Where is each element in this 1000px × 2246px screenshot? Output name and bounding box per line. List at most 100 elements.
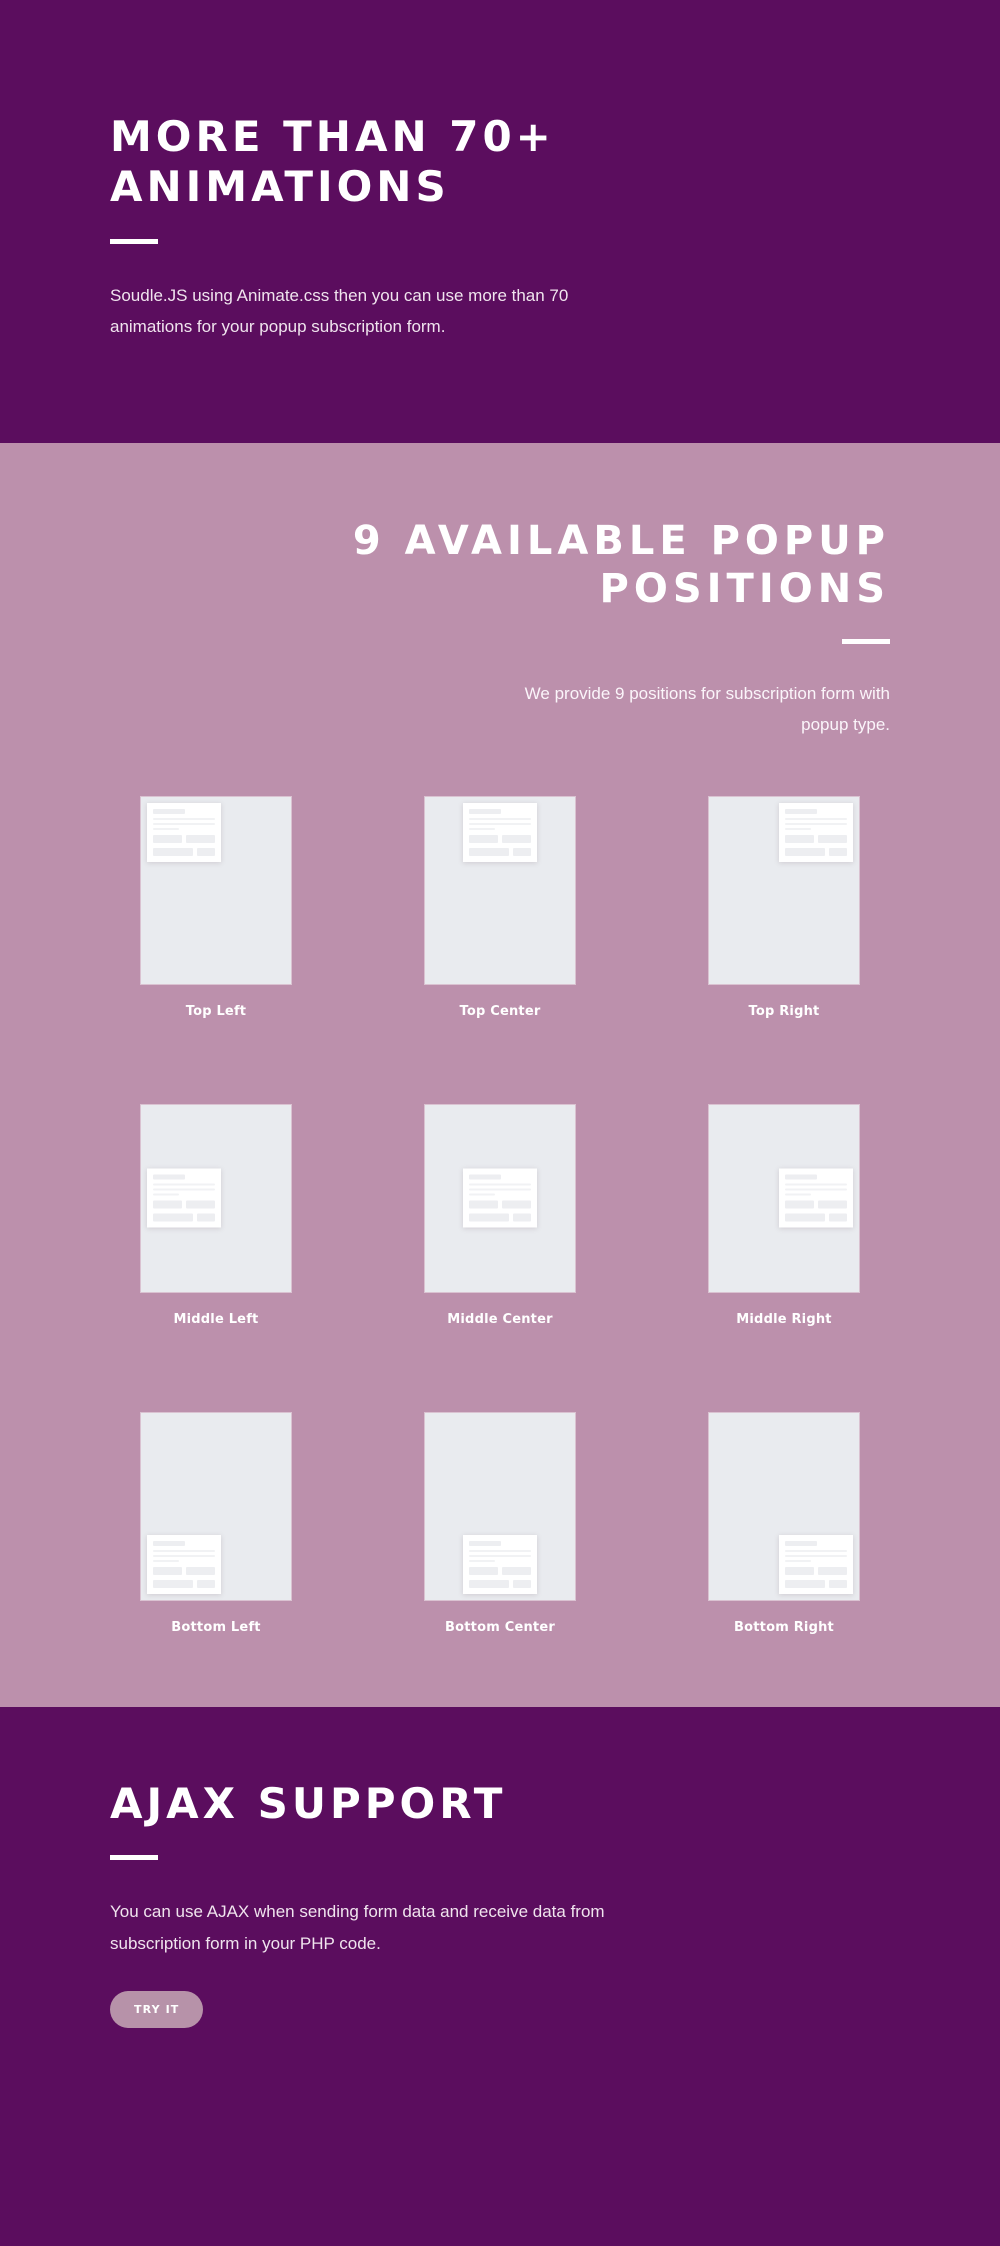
position-preview-frame: [709, 796, 859, 984]
mini-popup-input: [186, 1566, 215, 1575]
mini-popup-mock: [147, 1168, 221, 1228]
mini-popup-field-row: [469, 1213, 531, 1222]
mini-popup-input: [186, 834, 215, 843]
mini-popup-submit: [197, 847, 215, 856]
animations-heading-rule: [110, 238, 158, 244]
mini-popup-input: [785, 1566, 814, 1575]
position-preview-frame: [425, 1412, 575, 1600]
position-card-label: Bottom Right: [734, 1619, 834, 1635]
mini-popup-field-row: [785, 1566, 847, 1575]
mini-popup-field-row: [469, 834, 531, 843]
mini-popup-input: [818, 834, 847, 843]
position-card-label: Middle Left: [173, 1311, 259, 1327]
mini-popup-mock: [779, 1534, 853, 1594]
mini-popup-input: [502, 834, 531, 843]
position-card[interactable]: Middle Left: [110, 1104, 322, 1327]
position-preview-frame: [141, 1104, 291, 1292]
mini-popup-title-bar: [153, 808, 185, 814]
mini-popup-text-line: [469, 827, 496, 830]
position-card-label: Bottom Center: [445, 1619, 555, 1635]
position-card-label: Top Right: [748, 1003, 820, 1019]
mini-popup-mock: [463, 1534, 537, 1594]
mini-popup-text-line: [153, 1559, 180, 1562]
mini-popup-input: [153, 847, 194, 856]
position-card[interactable]: Top Left: [110, 796, 322, 1019]
position-preview-frame: [425, 796, 575, 984]
position-card[interactable]: Middle Center: [394, 1104, 606, 1327]
position-card[interactable]: Bottom Right: [678, 1412, 890, 1635]
mini-popup-mock: [463, 802, 537, 862]
position-card[interactable]: Bottom Left: [110, 1412, 322, 1635]
positions-heading-rule: [842, 639, 890, 644]
popup-positions-grid: Top Left Top Center Top Right Middle Lef…: [110, 796, 890, 1635]
mini-popup-field-row: [153, 1200, 215, 1209]
ajax-inner: Ajax Support You can use AJAX when sendi…: [70, 1779, 930, 2029]
mini-popup-text-line: [785, 1549, 847, 1552]
mini-popup-title-bar: [469, 1174, 501, 1180]
mini-popup-input: [818, 1200, 847, 1209]
mini-popup-field-row: [785, 1579, 847, 1588]
mini-popup-text-line: [785, 1188, 847, 1191]
mini-popup-input: [785, 847, 826, 856]
mini-popup-text-line: [469, 1188, 531, 1191]
position-card-label: Top Left: [185, 1003, 247, 1019]
mini-popup-text-line: [153, 827, 180, 830]
position-card-label: Top Center: [459, 1003, 541, 1019]
mini-popup-text-line: [785, 1559, 812, 1562]
mini-popup-title-bar: [153, 1540, 185, 1546]
mini-popup-field-row: [785, 1213, 847, 1222]
mini-popup-field-row: [469, 1200, 531, 1209]
mini-popup-title-bar: [785, 1174, 817, 1180]
mini-popup-field-row: [785, 847, 847, 856]
mini-popup-input: [785, 1579, 826, 1588]
mini-popup-input: [469, 834, 498, 843]
mini-popup-text-line: [153, 1549, 215, 1552]
mini-popup-submit: [197, 1213, 215, 1222]
mini-popup-input: [785, 834, 814, 843]
mini-popup-submit: [829, 847, 847, 856]
mini-popup-field-row: [469, 1566, 531, 1575]
mini-popup-input: [502, 1566, 531, 1575]
mini-popup-text-line: [785, 1554, 847, 1557]
mini-popup-field-row: [469, 1579, 531, 1588]
grid-row-spacer: [110, 1019, 322, 1105]
position-card-label: Bottom Left: [171, 1619, 261, 1635]
position-card-label: Middle Right: [736, 1311, 832, 1327]
mini-popup-submit: [513, 847, 531, 856]
mini-popup-text-line: [785, 827, 812, 830]
grid-row-spacer: [110, 1327, 322, 1413]
mini-popup-submit: [197, 1579, 215, 1588]
mini-popup-text-line: [469, 1554, 531, 1557]
grid-row-spacer: [678, 1327, 890, 1413]
mini-popup-field-row: [153, 847, 215, 856]
position-card[interactable]: Middle Right: [678, 1104, 890, 1327]
mini-popup-mock: [779, 802, 853, 862]
mini-popup-mock: [147, 802, 221, 862]
position-card[interactable]: Bottom Center: [394, 1412, 606, 1635]
mini-popup-input: [469, 1579, 510, 1588]
mini-popup-input: [153, 1579, 194, 1588]
ajax-heading-rule: [110, 1855, 158, 1861]
mini-popup-input: [153, 1213, 194, 1222]
mini-popup-input: [502, 1200, 531, 1209]
mini-popup-text-line: [469, 1559, 496, 1562]
mini-popup-title-bar: [785, 808, 817, 814]
try-it-button[interactable]: Try It: [110, 1991, 204, 2029]
mini-popup-text-line: [469, 1549, 531, 1552]
position-card[interactable]: Top Right: [678, 796, 890, 1019]
position-card-label: Middle Center: [447, 1311, 553, 1327]
mini-popup-text-line: [469, 1183, 531, 1186]
mini-popup-text-line: [785, 817, 847, 820]
grid-row-spacer: [394, 1019, 606, 1105]
mini-popup-field-row: [469, 847, 531, 856]
mini-popup-text-line: [785, 1193, 812, 1196]
animations-inner: More Than 70+ Animations Soudle.JS using…: [70, 112, 930, 343]
mini-popup-title-bar: [469, 808, 501, 814]
position-card[interactable]: Top Center: [394, 796, 606, 1019]
mini-popup-field-row: [785, 1200, 847, 1209]
mini-popup-field-row: [153, 1579, 215, 1588]
mini-popup-title-bar: [469, 1540, 501, 1546]
mini-popup-input: [153, 1200, 182, 1209]
mini-popup-input: [469, 1200, 498, 1209]
mini-popup-input: [818, 1566, 847, 1575]
